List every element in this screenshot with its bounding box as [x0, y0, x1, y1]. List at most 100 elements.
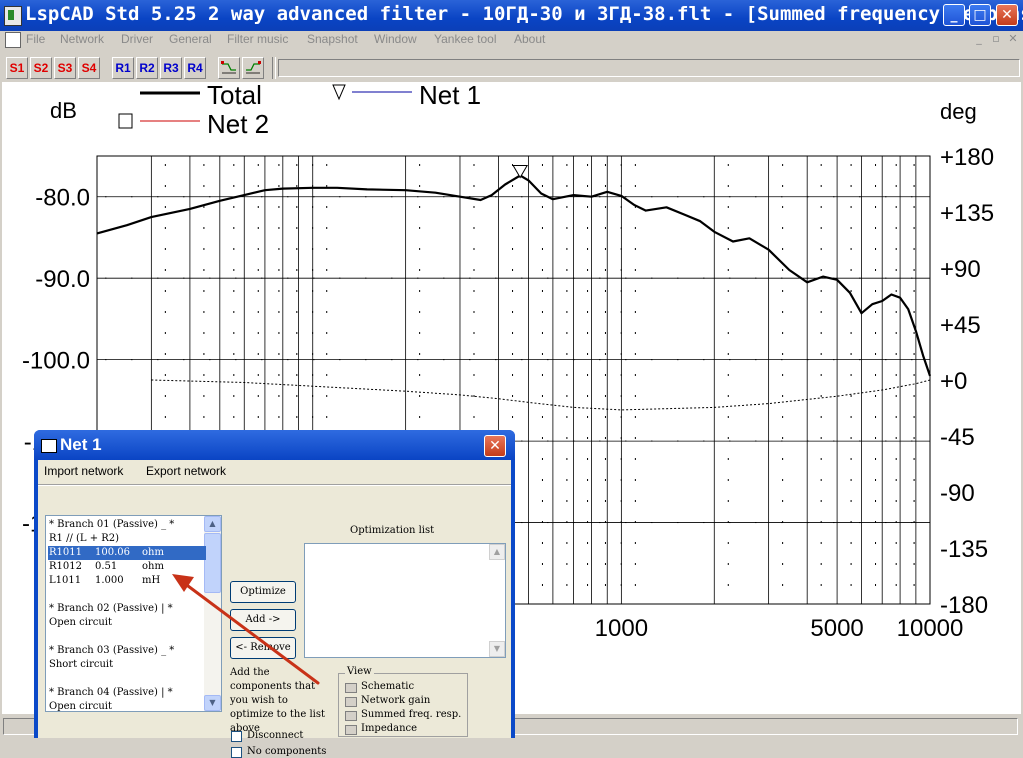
list-item[interactable]: * Branch 01 (Passive) _ *: [48, 518, 206, 532]
list-item[interactable]: L1011 1.000 mH: [48, 574, 206, 588]
list-cell: Open circuit: [49, 617, 112, 628]
list-cell: * Branch 01 (Passive) _ *: [49, 519, 175, 530]
app-icon[interactable]: [4, 6, 22, 26]
network-gain-toggle[interactable]: [345, 697, 357, 707]
summed-freq-toggle[interactable]: [345, 711, 357, 721]
list-item[interactable]: [48, 672, 206, 686]
list-cell: 1.000: [95, 575, 124, 586]
s3-button[interactable]: S3: [54, 57, 76, 79]
optimization-list[interactable]: ▲ ▼: [304, 543, 506, 658]
list-cell: 0.51: [95, 561, 118, 572]
list-item[interactable]: Short circuit: [48, 658, 206, 672]
list-item[interactable]: * Branch 04 (Passive) | *: [48, 686, 206, 700]
disconnect-checkbox[interactable]: [231, 731, 242, 742]
r2-button[interactable]: R2: [136, 57, 158, 79]
r3-button[interactable]: R3: [160, 57, 182, 79]
optimize-button[interactable]: Optimize: [230, 581, 296, 603]
s4-button[interactable]: S4: [78, 57, 100, 79]
filter-1-button[interactable]: [218, 57, 240, 79]
disconnect-label: Disconnect: [247, 730, 304, 741]
r1-button[interactable]: R1: [112, 57, 134, 79]
list-item[interactable]: [48, 588, 206, 602]
maximize-button[interactable]: □: [969, 4, 991, 26]
window-title: LspCAD Std 5.25 2 way advanced filter - …: [25, 3, 1023, 25]
dialog-title: Net 1: [60, 435, 102, 454]
mdi-restore-icon[interactable]: ▫: [990, 33, 1002, 45]
view-group-label: View: [345, 666, 374, 677]
list-cell: Short circuit: [49, 659, 114, 670]
view-schematic-label: Schematic: [361, 681, 415, 692]
list-cell: * Branch 02 (Passive) | *: [49, 603, 173, 614]
y-axis-label: dB: [50, 98, 77, 123]
cursor-marker: [512, 165, 529, 179]
menu-import-network[interactable]: Import network: [44, 464, 123, 478]
list-item[interactable]: [48, 630, 206, 644]
filter-2-button[interactable]: [242, 57, 264, 79]
mdi-minimize-icon[interactable]: _: [973, 33, 985, 45]
scroll-up-icon[interactable]: ▲: [204, 516, 221, 532]
dialog-close-button[interactable]: ✕: [484, 435, 506, 457]
list-item[interactable]: * Branch 02 (Passive) | *: [48, 602, 206, 616]
menu-filter-music[interactable]: Filter music: [227, 32, 288, 46]
list-item[interactable]: R1012 0.51 ohm: [48, 560, 206, 574]
scroll-down-icon[interactable]: ▼: [204, 695, 221, 711]
menu-yankee-tool[interactable]: Yankee tool: [434, 32, 497, 46]
no-components-checkbox[interactable]: [231, 747, 242, 758]
legend-marker-net2: [118, 113, 133, 129]
menu-snapshot[interactable]: Snapshot: [307, 32, 358, 46]
y2-tick-label: +45: [940, 312, 981, 339]
list-cell: R1 // (L + R2): [49, 533, 120, 544]
list-item[interactable]: R1 // (L + R2): [48, 532, 206, 546]
filter-2-icon: [246, 61, 261, 74]
legend-label-total: Total: [207, 82, 262, 110]
r4-button[interactable]: R4: [184, 57, 206, 79]
list-item[interactable]: Open circuit: [48, 700, 206, 711]
close-button[interactable]: ✕: [996, 4, 1018, 26]
opt-scroll-down-icon[interactable]: ▼: [489, 641, 505, 657]
menu-bar: File Network Driver General Filter music…: [0, 31, 1023, 49]
list-cell: ohm: [142, 547, 164, 558]
menu-export-network[interactable]: Export network: [146, 464, 226, 478]
remove-button[interactable]: <- Remove: [230, 637, 296, 659]
list-item[interactable]: * Branch 03 (Passive) _ *: [48, 644, 206, 658]
document-icon[interactable]: [5, 32, 21, 48]
list-scrollbar[interactable]: ▲ ▼: [204, 516, 221, 711]
menu-about[interactable]: About: [514, 32, 545, 46]
y2-tick-label: -45: [940, 424, 975, 451]
legend-label-net2: Net 2: [207, 109, 269, 139]
impedance-toggle[interactable]: [345, 725, 357, 735]
network-list[interactable]: ▲ ▼ * Branch 01 (Passive) _ * R1 // (L +…: [45, 515, 222, 712]
net-dialog: Net 1 ✕ Import network Export network ▲ …: [34, 430, 515, 758]
y2-tick-label: -135: [940, 536, 988, 563]
menu-general[interactable]: General: [169, 32, 212, 46]
schematic-toggle[interactable]: [345, 683, 357, 693]
minimize-button[interactable]: _: [943, 4, 965, 26]
menu-file[interactable]: File: [26, 32, 45, 46]
y2-tick-label: +180: [940, 144, 994, 171]
s2-button[interactable]: S2: [30, 57, 52, 79]
x-tick-label: 1000: [595, 615, 648, 642]
toolbar: S1 S2 S3 S4 R1 R2 R3 R4: [0, 53, 1023, 81]
no-components-label: No components: [247, 746, 327, 757]
view-summed-freq-label: Summed freq. resp.: [361, 709, 462, 720]
title-bar: LspCAD Std 5.25 2 way advanced filter - …: [0, 0, 1023, 31]
y2-tick-label: +90: [940, 256, 981, 283]
list-cell: mH: [142, 575, 161, 586]
menu-network[interactable]: Network: [60, 32, 104, 46]
list-cell: L1011: [49, 575, 82, 586]
y-tick-label: -90.0: [35, 266, 90, 293]
dialog-title-bar: Net 1 ✕: [34, 430, 515, 460]
menu-driver[interactable]: Driver: [121, 32, 153, 46]
mdi-close-icon[interactable]: ✕: [1007, 33, 1019, 45]
scroll-thumb[interactable]: [204, 533, 221, 593]
list-item[interactable]: Open circuit: [48, 616, 206, 630]
menu-window[interactable]: Window: [374, 32, 417, 46]
y-tick-label: -80.0: [35, 185, 90, 212]
opt-scroll-up-icon[interactable]: ▲: [489, 544, 505, 560]
add-button[interactable]: Add ->: [230, 609, 296, 631]
list-cell: R1012: [49, 561, 82, 572]
s1-button[interactable]: S1: [6, 57, 28, 79]
optimization-list-label: Optimization list: [350, 525, 435, 536]
list-item[interactable]: R1011 100.06 ohm: [48, 546, 206, 560]
y2-tick-label: +135: [940, 200, 994, 227]
